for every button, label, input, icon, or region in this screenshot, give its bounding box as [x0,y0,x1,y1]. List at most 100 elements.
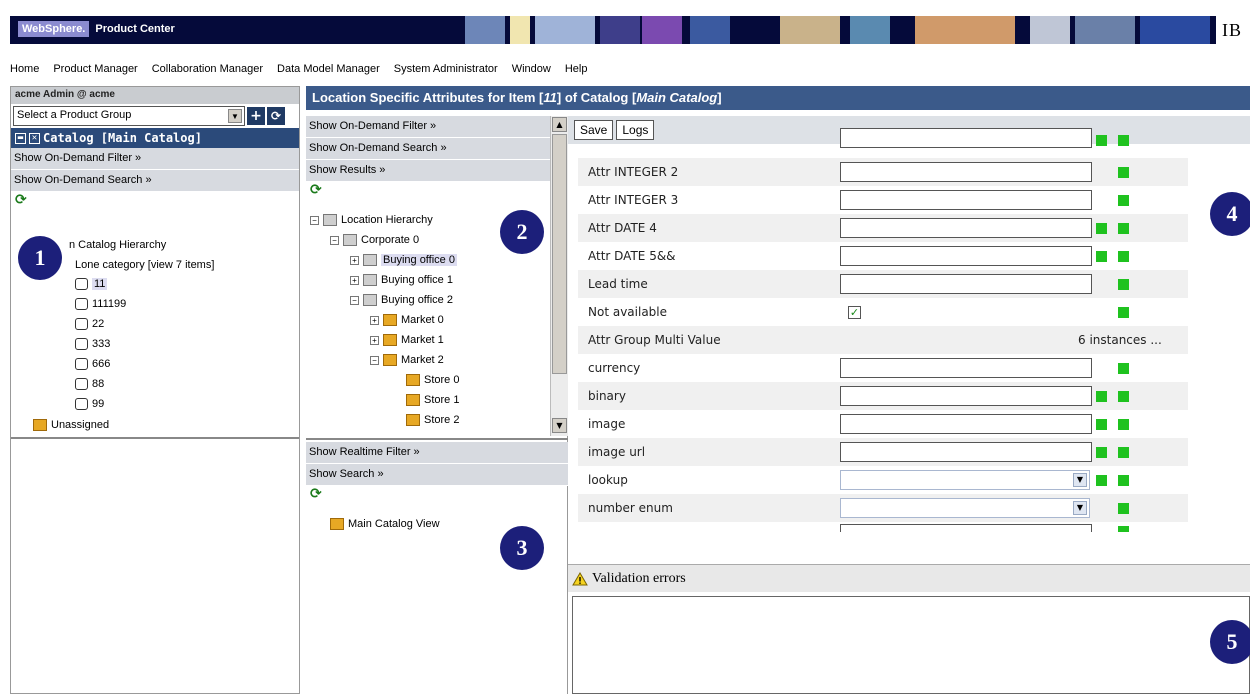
expand-icon[interactable]: + [350,255,359,265]
list-item[interactable]: 11 [75,278,108,290]
attr-input[interactable] [840,386,1092,406]
menu-item-home[interactable]: Home [10,63,39,75]
instances-link[interactable]: 6 instances ... [1078,333,1162,347]
status-indicator [1118,418,1129,430]
refresh-icon[interactable]: ⟳ [306,486,568,504]
user-label: acme Admin @ acme [11,87,299,104]
attr-label: number enum [588,501,673,515]
lookup-select[interactable]: ▼ [840,470,1090,490]
refresh-icon[interactable]: ⟳ [306,182,568,200]
refresh-button[interactable]: ⟳ [267,107,285,125]
attr-input[interactable] [840,442,1092,462]
attr-label: Attr INTEGER 2 [588,165,679,179]
number-enum-select[interactable]: ▼ [840,498,1090,518]
tree-category-label: Lone category [view 7 items] [75,259,215,271]
scroll-up-icon[interactable]: ▲ [552,117,567,132]
validation-errors-box [572,596,1250,694]
status-indicator [1118,135,1129,146]
menu-item-product-manager[interactable]: Product Manager [53,63,137,75]
validation-header: Validation errors [568,564,1250,592]
attr-input[interactable] [840,524,1092,532]
banner-image [1140,16,1210,44]
expand-icon[interactable]: + [350,275,359,285]
attr-input[interactable] [840,218,1092,238]
folder-icon [330,518,344,530]
show-results[interactable]: Show Results » [306,160,550,182]
tree-node-store[interactable]: Store 1 [406,394,459,406]
tree-root[interactable]: n Catalog Hierarchy [69,239,166,251]
tree-node-office[interactable]: + Buying office 0 [350,254,457,266]
list-item[interactable]: 666 [75,358,110,370]
tree-node-corporate[interactable]: − Corporate 0 [330,234,419,246]
status-indicator [1096,390,1107,402]
tree-node-market[interactable]: + Market 0 [370,314,444,326]
tree-category[interactable]: Lone category [view 7 items] [75,259,214,271]
attr-label: currency [588,361,641,375]
show-on-demand-filter[interactable]: Show On-Demand Filter » [306,116,550,138]
menu-item-collaboration-manager[interactable]: Collaboration Manager [152,63,263,75]
tree-node-market[interactable]: + Market 1 [370,334,444,346]
tree-node-label: Buying office 1 [381,274,453,286]
refresh-icon[interactable]: ⟳ [11,192,299,210]
attr-input[interactable] [840,128,1092,148]
attr-input[interactable] [840,358,1092,378]
banner-image [690,16,730,44]
list-item[interactable]: 99 [75,398,104,410]
list-item[interactable]: 88 [75,378,104,390]
callout-badge-5: 5 [1210,620,1250,664]
page-title: Location Specific Attributes for Item [1… [306,86,1250,110]
collapse-icon[interactable]: − [370,355,379,365]
show-on-demand-filter[interactable]: Show On-Demand Filter » [11,148,299,170]
show-realtime-filter[interactable]: Show Realtime Filter » [306,442,568,464]
show-on-demand-search[interactable]: Show On-Demand Search » [306,138,550,160]
not-available-checkbox[interactable]: ✓ [848,305,861,319]
view-item[interactable]: Main Catalog View [330,518,440,530]
show-search[interactable]: Show Search » [306,464,568,486]
expand-icon[interactable]: + [370,335,379,345]
close-icon[interactable]: ✕ [29,132,40,144]
menu-item-data-model-manager[interactable]: Data Model Manager [277,63,380,75]
tree-root[interactable]: − Location Hierarchy [310,214,433,226]
tree-node-office[interactable]: − Buying office 2 [350,294,453,306]
app-banner: WebSphere. Product Center IB [0,0,1250,58]
list-item[interactable]: 22 [75,318,104,330]
attr-input[interactable] [840,274,1092,294]
status-indicator [1096,418,1107,430]
attr-input[interactable] [840,414,1092,434]
tree-node-store[interactable]: Store 2 [406,414,459,426]
title-item: 11 [543,90,557,105]
title-catalog: Main Catalog [636,90,718,105]
location-tree-panel: Show On-Demand Filter » Show On-Demand S… [306,116,568,440]
attr-label: image url [588,445,646,459]
scroll-thumb[interactable] [552,134,567,374]
item-icon [75,378,88,390]
show-on-demand-search[interactable]: Show On-Demand Search » [11,170,299,192]
attr-input[interactable] [840,246,1092,266]
menu-item-system-administrator[interactable]: System Administrator [394,63,498,75]
status-indicator [1118,502,1129,514]
attr-input[interactable] [840,190,1092,210]
list-item[interactable]: 111199 [75,298,126,310]
menu-item-window[interactable]: Window [512,63,551,75]
banner-image [850,16,890,44]
tree-node-office[interactable]: + Buying office 1 [350,274,453,286]
tree-node-store[interactable]: Store 0 [406,374,459,386]
menu-item-help[interactable]: Help [565,63,588,75]
scroll-down-icon[interactable]: ▼ [552,418,567,433]
tree-scrollbar[interactable]: ▲ ▼ [550,116,568,436]
catalog-header: ▬ ✕ Catalog [Main Catalog] [11,128,299,148]
tree-node-market[interactable]: − Market 2 [370,354,444,366]
item-icon [75,278,88,290]
list-item[interactable]: 333 [75,338,110,350]
collapse-icon[interactable]: − [310,215,319,225]
expand-icon[interactable]: + [370,315,379,325]
middle-panel: Show On-Demand Filter » Show On-Demand S… [306,116,568,694]
collapse-icon[interactable]: − [350,295,359,305]
product-group-select[interactable]: Select a Product Group ▼ [13,106,245,126]
minimize-icon[interactable]: ▬ [15,132,26,144]
collapse-icon[interactable]: − [330,235,339,245]
attr-input[interactable] [840,162,1092,182]
list-item-unassigned[interactable]: Unassigned [33,419,109,431]
banner-image [465,16,505,44]
add-button[interactable]: + [247,107,265,125]
